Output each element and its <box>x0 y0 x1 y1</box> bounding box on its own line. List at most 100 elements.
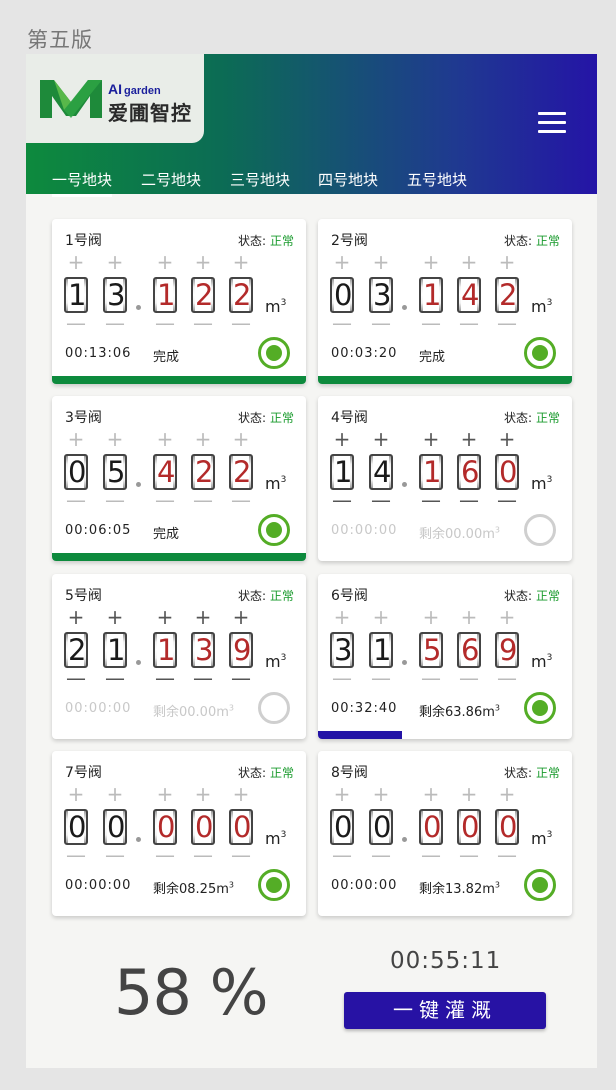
increment-button[interactable]: + <box>495 252 519 272</box>
decrement-button[interactable]: — <box>495 668 519 688</box>
increment-button[interactable]: + <box>457 607 481 627</box>
decrement-button[interactable]: — <box>495 490 519 510</box>
decrement-button[interactable]: — <box>457 490 481 510</box>
decrement-button[interactable]: — <box>103 490 127 510</box>
increment-button[interactable]: + <box>330 252 354 272</box>
decrement-button[interactable]: — <box>103 845 127 865</box>
decrement-button[interactable]: — <box>103 668 127 688</box>
increment-button[interactable]: + <box>419 252 443 272</box>
logo-ai: AI <box>108 81 122 97</box>
increment-button[interactable]: + <box>191 784 215 804</box>
increment-button[interactable]: + <box>191 252 215 272</box>
increment-button[interactable]: + <box>153 784 177 804</box>
decrement-button[interactable]: — <box>153 845 177 865</box>
increment-button[interactable]: + <box>103 252 127 272</box>
status-label: 状态: <box>503 589 532 603</box>
valve-toggle-radio[interactable] <box>258 692 290 724</box>
increment-button[interactable]: + <box>457 429 481 449</box>
valve-toggle-radio[interactable] <box>524 869 556 901</box>
decrement-button[interactable]: — <box>191 490 215 510</box>
increment-button[interactable]: + <box>369 429 393 449</box>
digit-box: 0 <box>330 277 354 313</box>
decrement-button[interactable]: — <box>64 313 88 333</box>
decrement-button[interactable]: — <box>330 490 354 510</box>
tab-plot-4[interactable]: 四号地块 <box>318 169 378 190</box>
decrement-button[interactable]: — <box>369 668 393 688</box>
increment-button[interactable]: + <box>153 429 177 449</box>
decrement-button[interactable]: — <box>419 313 443 333</box>
decrement-button[interactable]: — <box>419 490 443 510</box>
one-key-irrigate-button[interactable]: 一键灌溉 <box>344 992 546 1029</box>
decrement-button[interactable]: — <box>495 845 519 865</box>
increment-button[interactable]: + <box>229 252 253 272</box>
decrement-button[interactable]: — <box>103 313 127 333</box>
valve-info-text: 剩余13.82m <box>419 882 495 897</box>
increment-button[interactable]: + <box>419 607 443 627</box>
tab-plot-3[interactable]: 三号地块 <box>230 169 290 190</box>
increment-button[interactable]: + <box>229 429 253 449</box>
valve-toggle-radio[interactable] <box>524 514 556 546</box>
increment-button[interactable]: + <box>103 429 127 449</box>
decrement-button[interactable]: — <box>369 313 393 333</box>
tab-plot-2[interactable]: 二号地块 <box>141 169 201 190</box>
decrement-button[interactable]: — <box>457 313 481 333</box>
tab-plot-5[interactable]: 五号地块 <box>407 169 467 190</box>
increment-button[interactable]: + <box>457 252 481 272</box>
decrement-button[interactable]: — <box>419 845 443 865</box>
decrement-button[interactable]: — <box>191 845 215 865</box>
increment-button[interactable]: + <box>369 252 393 272</box>
decrement-button[interactable]: — <box>369 845 393 865</box>
increment-button[interactable]: + <box>64 429 88 449</box>
increment-button[interactable]: + <box>191 429 215 449</box>
decrement-button[interactable]: — <box>495 313 519 333</box>
increment-button[interactable]: + <box>495 607 519 627</box>
decrement-button[interactable]: — <box>229 668 253 688</box>
tab-plot-1[interactable]: 一号地块 <box>52 169 113 197</box>
decrement-button[interactable]: — <box>229 845 253 865</box>
decrement-button[interactable]: — <box>64 490 88 510</box>
increment-button[interactable]: + <box>229 784 253 804</box>
valve-toggle-radio[interactable] <box>258 514 290 546</box>
increment-button[interactable]: + <box>495 429 519 449</box>
decrement-button[interactable]: — <box>229 313 253 333</box>
decrement-button[interactable]: — <box>457 668 481 688</box>
decrement-button[interactable]: — <box>153 490 177 510</box>
increment-button[interactable]: + <box>330 429 354 449</box>
increment-button[interactable]: + <box>419 429 443 449</box>
decrement-button[interactable]: — <box>64 845 88 865</box>
increment-button[interactable]: + <box>103 607 127 627</box>
increment-button[interactable]: + <box>369 607 393 627</box>
decrement-button[interactable]: — <box>369 490 393 510</box>
valve-toggle-radio[interactable] <box>258 337 290 369</box>
valve-info-sup: 3 <box>228 880 234 890</box>
increment-button[interactable]: + <box>64 784 88 804</box>
increment-button[interactable]: + <box>191 607 215 627</box>
increment-button[interactable]: + <box>64 607 88 627</box>
decrement-button[interactable]: — <box>330 668 354 688</box>
increment-button[interactable]: + <box>330 607 354 627</box>
increment-button[interactable]: + <box>419 784 443 804</box>
decrement-button[interactable]: — <box>191 313 215 333</box>
decrement-button[interactable]: — <box>153 668 177 688</box>
decrement-button[interactable]: — <box>419 668 443 688</box>
decrement-button[interactable]: — <box>457 845 481 865</box>
increment-button[interactable]: + <box>330 784 354 804</box>
valve-toggle-radio[interactable] <box>524 337 556 369</box>
decrement-button[interactable]: — <box>191 668 215 688</box>
increment-button[interactable]: + <box>103 784 127 804</box>
increment-button[interactable]: + <box>495 784 519 804</box>
increment-button[interactable]: + <box>153 607 177 627</box>
increment-button[interactable]: + <box>457 784 481 804</box>
increment-button[interactable]: + <box>369 784 393 804</box>
decrement-button[interactable]: — <box>153 313 177 333</box>
decrement-button[interactable]: — <box>330 313 354 333</box>
increment-button[interactable]: + <box>153 252 177 272</box>
valve-toggle-radio[interactable] <box>258 869 290 901</box>
increment-button[interactable]: + <box>229 607 253 627</box>
decrement-button[interactable]: — <box>330 845 354 865</box>
decrement-button[interactable]: — <box>229 490 253 510</box>
valve-toggle-radio[interactable] <box>524 692 556 724</box>
increment-button[interactable]: + <box>64 252 88 272</box>
decrement-button[interactable]: — <box>64 668 88 688</box>
hamburger-menu-icon[interactable] <box>538 112 568 136</box>
